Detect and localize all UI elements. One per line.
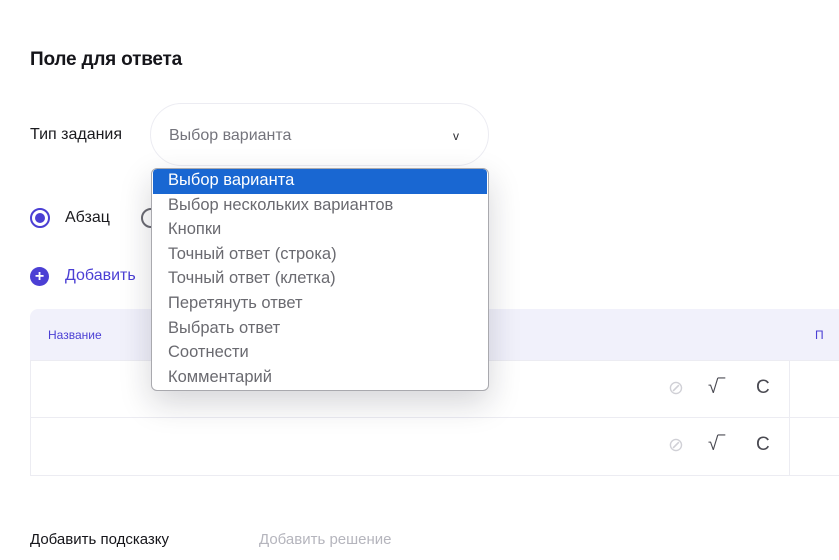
section-title: Поле для ответа bbox=[30, 49, 183, 70]
paperclip-icon[interactable]: ⊘ bbox=[668, 377, 684, 400]
task-type-label: Тип задания bbox=[30, 126, 123, 143]
sqrt-icon[interactable]: √‾ bbox=[708, 377, 725, 399]
radio-paragraph-label: Абзац bbox=[65, 209, 110, 226]
row-divider bbox=[789, 361, 790, 419]
plus-circle-icon: + bbox=[30, 267, 49, 286]
clear-icon[interactable]: C bbox=[756, 377, 770, 399]
paperclip-icon[interactable]: ⊘ bbox=[668, 434, 684, 457]
chevron-down-icon: v bbox=[453, 129, 459, 143]
column-header-second: П bbox=[815, 328, 824, 342]
table-row[interactable]: ⊘ √‾ C bbox=[30, 418, 839, 476]
dropdown-option[interactable]: Выбор нескольких вариантов bbox=[152, 194, 488, 219]
dropdown-option[interactable]: Выбрать ответ bbox=[152, 317, 488, 342]
task-type-select[interactable]: Выбор варианта v bbox=[150, 103, 489, 166]
dropdown-option[interactable]: Кнопки bbox=[152, 218, 488, 243]
radio-paragraph[interactable] bbox=[30, 208, 50, 228]
row-divider bbox=[789, 418, 790, 476]
sqrt-icon[interactable]: √‾ bbox=[708, 434, 725, 456]
dropdown-option[interactable]: Точный ответ (строка) bbox=[152, 243, 488, 268]
dropdown-option[interactable]: Точный ответ (клетка) bbox=[152, 267, 488, 292]
dropdown-option[interactable]: Комментарий bbox=[152, 366, 488, 390]
clear-icon[interactable]: C bbox=[756, 434, 770, 456]
row-border bbox=[30, 361, 31, 419]
row-border bbox=[30, 418, 31, 476]
task-type-value: Выбор варианта bbox=[169, 127, 292, 144]
dropdown-option[interactable]: Перетянуть ответ bbox=[152, 292, 488, 317]
column-header-name: Название bbox=[48, 328, 102, 342]
dropdown-option[interactable]: Соотнести bbox=[152, 341, 488, 366]
add-hint-link[interactable]: Добавить подсказку bbox=[30, 531, 169, 548]
add-solution-link[interactable]: Добавить решение bbox=[259, 531, 392, 548]
task-type-dropdown: Выбор варианта Выбор нескольких варианто… bbox=[151, 168, 489, 391]
dropdown-option[interactable]: Выбор варианта bbox=[153, 169, 487, 194]
add-button-label: Добавить bbox=[65, 267, 136, 284]
